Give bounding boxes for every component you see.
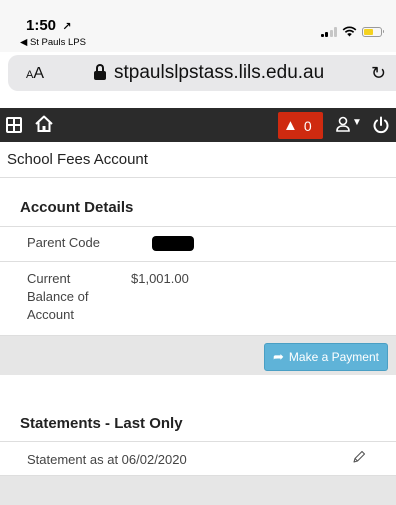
status-indicators: [320, 26, 384, 37]
browser-url-bar[interactable]: AA stpaulslpstass.lils.edu.au ↻: [8, 55, 396, 91]
home-icon[interactable]: [34, 114, 54, 134]
status-bar: 1:50 ↗ ◀ St Pauls LPS: [0, 0, 396, 52]
page-title: School Fees Account: [7, 151, 148, 168]
back-to-app-link[interactable]: ◀ St Pauls LPS: [20, 37, 86, 48]
make-payment-label: Make a Payment: [288, 350, 379, 364]
text-size-button[interactable]: AA: [26, 65, 44, 83]
warning-icon: ▲: [283, 117, 298, 134]
signal-icon: [320, 26, 337, 37]
wifi-icon: [342, 26, 357, 37]
divider: [0, 261, 396, 262]
make-payment-button[interactable]: ➦ Make a Payment: [264, 343, 388, 371]
account-details-heading: Account Details: [20, 199, 134, 216]
grid-menu-icon[interactable]: [6, 117, 22, 133]
alert-count: 0: [303, 117, 312, 134]
current-balance-label: Current Balance of Account: [27, 271, 89, 322]
lock-icon: [94, 64, 106, 81]
reload-icon[interactable]: ↻: [371, 63, 386, 84]
time-text: 1:50: [26, 17, 57, 34]
statements-heading: Statements - Last Only: [20, 415, 183, 432]
statement-item[interactable]: Statement as at 06/02/2020: [27, 451, 187, 469]
user-menu-caret-icon[interactable]: ▼: [352, 117, 362, 128]
status-time: 1:50 ↗: [26, 17, 71, 34]
power-icon[interactable]: [371, 115, 391, 135]
divider: [0, 441, 396, 442]
pencil-icon[interactable]: [352, 450, 366, 464]
location-arrow-icon: ↗: [62, 21, 72, 33]
current-balance-value: $1,001.00: [131, 271, 189, 286]
divider: [0, 226, 396, 227]
parent-code-label: Parent Code: [27, 235, 100, 250]
alerts-button[interactable]: ▲ 0: [278, 112, 323, 139]
url-text[interactable]: stpaulslpstass.lils.edu.au: [114, 62, 324, 84]
statements-actions-bar: [0, 476, 396, 505]
parent-code-value-redacted: [152, 236, 194, 251]
divider: [0, 177, 396, 178]
battery-icon: [362, 26, 384, 37]
user-icon[interactable]: [336, 116, 350, 132]
share-icon: ➦: [273, 349, 284, 364]
app-nav-bar: ▲ 0 ▼: [0, 108, 396, 142]
